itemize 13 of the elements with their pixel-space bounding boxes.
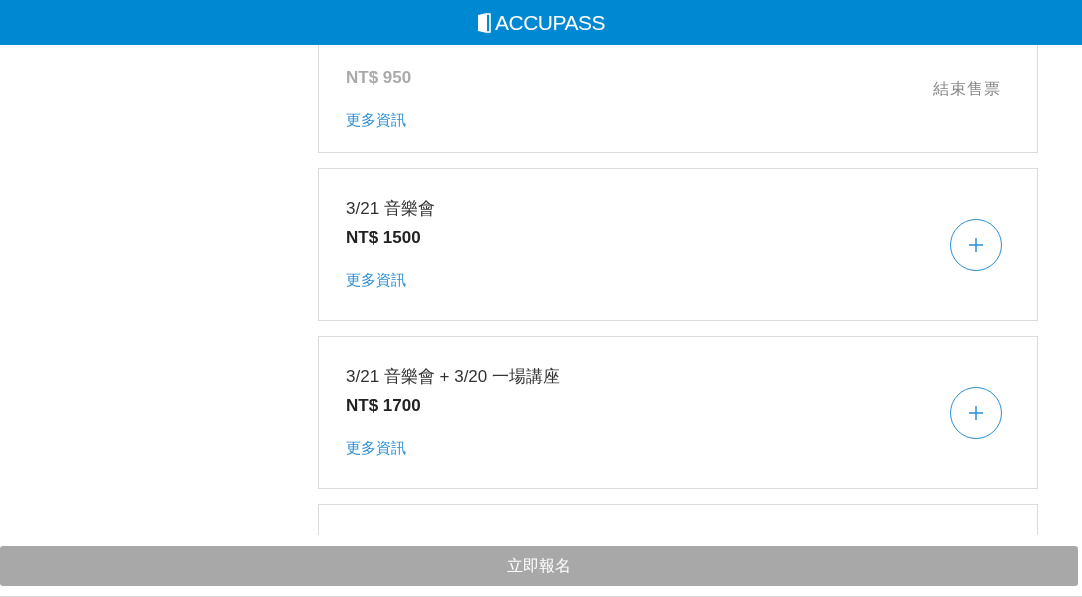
more-info-link[interactable]: 更多資訊 — [346, 437, 406, 458]
sales-ended-label: 結束售票 — [933, 79, 1001, 99]
logo-text: ACCUPASS — [495, 9, 605, 36]
more-info-link[interactable]: 更多資訊 — [346, 269, 406, 290]
logo-icon — [477, 11, 491, 34]
ticket-title: 3/21 音樂會 + 3/20 一場講座 — [346, 365, 560, 388]
ticket-price: NT$ 1700 — [346, 394, 422, 417]
more-info-link[interactable]: 更多資訊 — [346, 110, 406, 130]
plus-icon — [968, 405, 984, 421]
plus-icon — [968, 237, 984, 253]
ticket-price: NT$ 950 — [346, 67, 412, 89]
ticket-title: 3/21 音樂會 — [346, 197, 435, 220]
ticket-price: NT$ 1500 — [346, 226, 422, 249]
